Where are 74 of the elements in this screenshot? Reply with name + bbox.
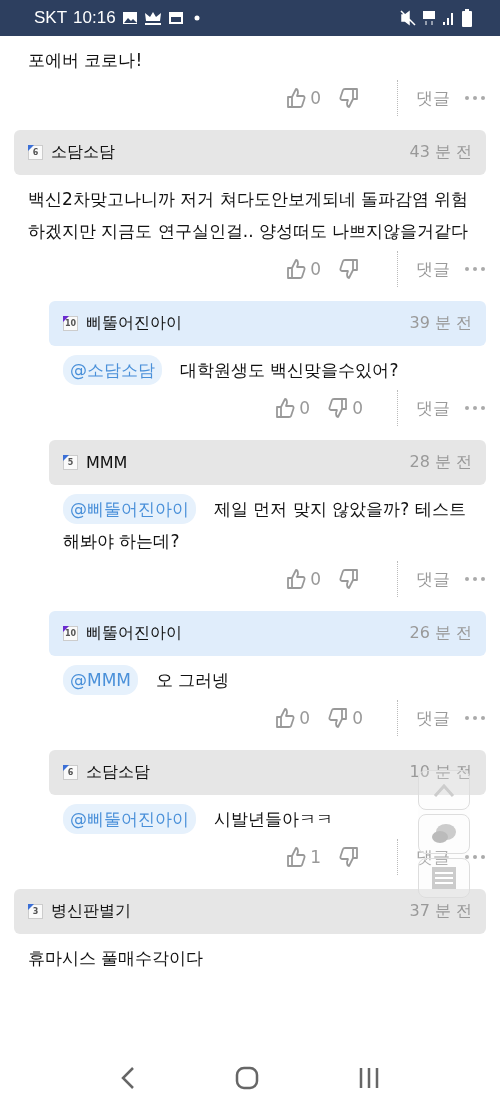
list-icon <box>432 867 456 889</box>
clock-text: 10:16 <box>73 8 116 28</box>
comment-text: 포에버 코로나! <box>27 49 144 72</box>
author-name[interactable]: MMM <box>86 453 410 472</box>
more-icon[interactable] <box>464 95 486 101</box>
recent-apps-icon[interactable] <box>358 1067 381 1089</box>
reply-button[interactable]: 댓글 <box>416 86 450 110</box>
like-count: 0 <box>299 708 311 728</box>
thumbs-down-icon[interactable] <box>328 707 349 729</box>
timestamp: 37 분 전 <box>409 901 472 922</box>
author-name[interactable]: 소담소담 <box>86 762 410 783</box>
home-icon[interactable] <box>235 1066 259 1090</box>
mention-tag[interactable]: @삐뚤어진아이 <box>63 494 196 524</box>
comment-text: @MMM 오 그러넹 <box>49 656 244 696</box>
thumbs-down-icon[interactable] <box>339 568 359 590</box>
mute-icon <box>400 10 416 26</box>
like-count: 0 <box>310 88 321 108</box>
comment-text: @삐뚤어진아이 시발년들아ㅋㅋ <box>49 795 347 835</box>
like-count: 0 <box>299 398 311 418</box>
crown-icon <box>143 11 162 25</box>
thumbs-down-icon[interactable] <box>339 846 359 868</box>
signal-icon <box>442 10 456 26</box>
level-badge: 10 <box>63 626 78 641</box>
network-icon <box>422 10 436 26</box>
reply-button[interactable]: 댓글 <box>416 706 450 730</box>
dislike-count: 0 <box>352 398 363 418</box>
chat-icon <box>431 822 457 846</box>
level-badge: 10 <box>63 316 78 331</box>
reply-button[interactable]: 댓글 <box>416 567 450 591</box>
author-name[interactable]: 소담소담 <box>51 142 410 163</box>
chevron-up-icon <box>433 782 455 798</box>
more-icon[interactable] <box>464 405 486 411</box>
author-name[interactable]: 삐뚤어진아이 <box>86 623 410 644</box>
level-badge: 5 <box>63 455 78 470</box>
level-badge: 6 <box>63 765 78 780</box>
like-count: 1 <box>310 847 321 867</box>
timestamp: 39 분 전 <box>409 313 472 334</box>
timestamp: 28 분 전 <box>409 452 472 473</box>
more-icon[interactable] <box>464 576 486 582</box>
mention-tag[interactable]: @삐뚤어진아이 <box>63 804 196 834</box>
thumbs-down-icon[interactable] <box>339 258 359 280</box>
thumbs-down-icon[interactable] <box>328 397 349 419</box>
dislike-count: 0 <box>352 708 363 728</box>
timestamp: 43 분 전 <box>409 142 472 163</box>
comment-text: @삐뚤어진아이 제일 먼저 맞지 않았을까? 테스트 해봐야 하는데? <box>49 485 486 557</box>
thumbs-up-icon[interactable] <box>286 87 307 109</box>
more-icon[interactable] <box>464 266 486 272</box>
timestamp: 26 분 전 <box>409 623 472 644</box>
calendar-icon <box>167 11 184 25</box>
thumbs-down-icon[interactable] <box>339 87 359 109</box>
comment-text: 백신2차맞고나니까 저거 쳐다도안보게되네 돌파감염 위험하겠지만 지금도 연구실인걸.. 양성떠도 나쁘지않을거같다 <box>27 188 470 243</box>
thumbs-up-icon[interactable] <box>275 397 296 419</box>
image-icon <box>121 11 138 25</box>
level-badge: 6 <box>28 145 43 160</box>
mention-tag[interactable]: @소담소담 <box>63 355 162 385</box>
more-icon[interactable] <box>464 854 486 860</box>
mention-tag[interactable]: @MMM <box>63 665 138 695</box>
reply-button[interactable]: 댓글 <box>416 257 450 281</box>
thumbs-up-icon[interactable] <box>286 258 307 280</box>
thumbs-up-icon[interactable] <box>286 568 307 590</box>
battery-icon <box>462 9 472 27</box>
author-name[interactable]: 병신판별기 <box>51 901 410 922</box>
like-count: 0 <box>310 569 321 589</box>
back-icon[interactable] <box>119 1066 136 1090</box>
author-name[interactable]: 삐뚤어진아이 <box>86 313 410 334</box>
thumbs-up-icon[interactable] <box>286 846 307 868</box>
comment-text: 휴마시스 풀매수각이다 <box>27 947 205 970</box>
carrier-text: SKT <box>34 8 68 28</box>
level-badge: 3 <box>28 904 43 919</box>
like-count: 0 <box>310 259 321 279</box>
comment-text: @소담소담 대학원생도 백신맞을수있어? <box>49 346 413 386</box>
more-icon[interactable] <box>464 715 486 721</box>
reply-button[interactable]: 댓글 <box>416 396 450 420</box>
thumbs-up-icon[interactable] <box>275 707 296 729</box>
